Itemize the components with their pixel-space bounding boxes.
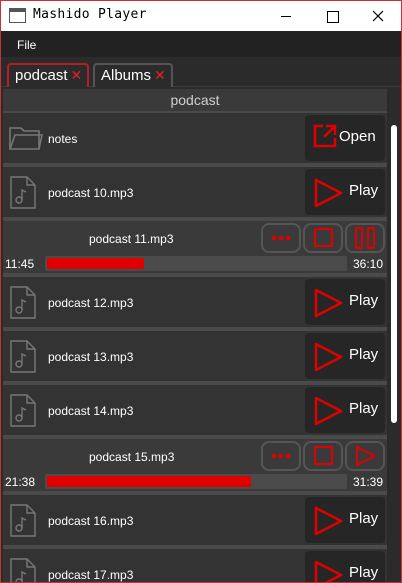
minimize-button[interactable] xyxy=(263,1,309,31)
app-window: Mashido Player File podcast ✕ Albums ✕ pod… xyxy=(0,0,402,583)
elapsed-time: 11:45 xyxy=(5,257,35,271)
stop-icon xyxy=(314,228,333,247)
audio-file-icon xyxy=(10,286,36,319)
list-item-name: podcast 10.mp3 xyxy=(48,186,134,200)
more-options-button[interactable] xyxy=(261,441,301,471)
now-playing-item[interactable]: podcast 11.mp3 11:45 36:10 xyxy=(3,219,387,275)
list-item-name: podcast 17.mp3 xyxy=(48,568,134,582)
play-icon xyxy=(314,396,343,426)
scrollbar-thumb[interactable] xyxy=(391,125,397,423)
list-item[interactable]: podcast 13.mp3 Play xyxy=(3,329,387,383)
tab-podcast[interactable]: podcast ✕ xyxy=(7,63,89,87)
menu-file[interactable]: File xyxy=(17,38,36,52)
close-window-button[interactable] xyxy=(355,1,401,31)
play-label: Play xyxy=(349,292,379,309)
play-icon xyxy=(314,288,343,318)
list-item-name: podcast 12.mp3 xyxy=(48,296,134,310)
audio-file-icon xyxy=(10,504,36,537)
more-dots-icon xyxy=(271,235,291,241)
elapsed-time: 21:38 xyxy=(5,475,36,489)
progress-bar[interactable] xyxy=(45,474,347,489)
play-button[interactable]: Play xyxy=(305,551,385,582)
play-button[interactable]: Play xyxy=(305,387,385,433)
list-item[interactable]: notes Open xyxy=(3,111,387,165)
play-button[interactable]: Play xyxy=(305,497,385,543)
tab-label: Albums xyxy=(101,67,152,84)
more-options-button[interactable] xyxy=(261,223,301,253)
list-header: podcast xyxy=(3,89,387,111)
list-item[interactable]: podcast 12.mp3 Play xyxy=(3,275,387,329)
list-item[interactable]: podcast 17.mp3 Play xyxy=(3,547,387,582)
list-item-name: podcast 11.mp3 xyxy=(89,232,174,246)
audio-file-icon xyxy=(10,394,36,427)
progress-fill xyxy=(47,476,251,487)
play-label: Play xyxy=(349,182,379,199)
total-time: 36:10 xyxy=(352,257,383,271)
play-icon xyxy=(314,342,343,372)
tab-strip: podcast ✕ Albums ✕ xyxy=(1,57,401,87)
pause-button[interactable] xyxy=(345,223,385,253)
play-button[interactable]: Play xyxy=(305,333,385,379)
list-item[interactable]: podcast 10.mp3 Play xyxy=(3,165,387,219)
list-item-name: podcast 13.mp3 xyxy=(48,350,134,364)
vertical-scrollbar[interactable] xyxy=(387,111,401,582)
audio-file-icon xyxy=(10,340,36,373)
audio-file-icon xyxy=(10,176,36,209)
tab-label: podcast xyxy=(15,67,68,84)
progress-bar[interactable] xyxy=(45,256,347,271)
list-item-name: podcast 14.mp3 xyxy=(48,404,134,418)
list-item-name: podcast 15.mp3 xyxy=(89,450,175,464)
close-icon xyxy=(372,10,384,22)
play-button[interactable]: Play xyxy=(305,169,385,215)
list-item-name: podcast 16.mp3 xyxy=(48,514,134,528)
play-icon xyxy=(314,178,343,208)
open-external-icon xyxy=(313,124,337,148)
folder-icon xyxy=(9,127,43,150)
play-label: Play xyxy=(349,510,379,527)
resume-play-button[interactable] xyxy=(345,441,385,471)
stop-button[interactable] xyxy=(303,441,343,471)
play-icon xyxy=(314,560,343,582)
open-button[interactable]: Open xyxy=(305,115,385,161)
media-list: notes Open podcast 10.mp3 Play podcast 1… xyxy=(3,111,387,582)
menu-bar: File xyxy=(1,31,401,57)
more-dots-icon xyxy=(271,453,291,459)
play-icon xyxy=(314,506,343,536)
pause-icon xyxy=(355,227,375,249)
maximize-button[interactable] xyxy=(309,1,355,31)
tab-close-icon[interactable]: ✕ xyxy=(154,67,166,83)
play-label: Play xyxy=(349,346,379,363)
audio-file-icon xyxy=(10,558,36,582)
stop-button[interactable] xyxy=(303,223,343,253)
total-time: 31:39 xyxy=(352,475,383,489)
progress-fill xyxy=(47,258,144,269)
tab-close-icon[interactable]: ✕ xyxy=(71,67,83,83)
app-window-icon xyxy=(9,8,26,23)
play-button[interactable]: Play xyxy=(305,279,385,325)
title-bar[interactable]: Mashido Player xyxy=(1,1,401,31)
play-icon xyxy=(356,446,376,466)
open-label: Open xyxy=(339,128,376,145)
tab-albums[interactable]: Albums ✕ xyxy=(93,63,173,87)
list-item[interactable]: podcast 16.mp3 Play xyxy=(3,493,387,547)
list-item-name: notes xyxy=(48,132,78,146)
now-playing-item[interactable]: podcast 15.mp3 21:38 31:39 xyxy=(3,437,387,493)
play-label: Play xyxy=(349,400,379,417)
window-title: Mashido Player xyxy=(33,7,147,22)
stop-icon xyxy=(314,446,333,465)
list-item[interactable]: podcast 14.mp3 Play xyxy=(3,383,387,437)
play-label: Play xyxy=(349,564,379,581)
